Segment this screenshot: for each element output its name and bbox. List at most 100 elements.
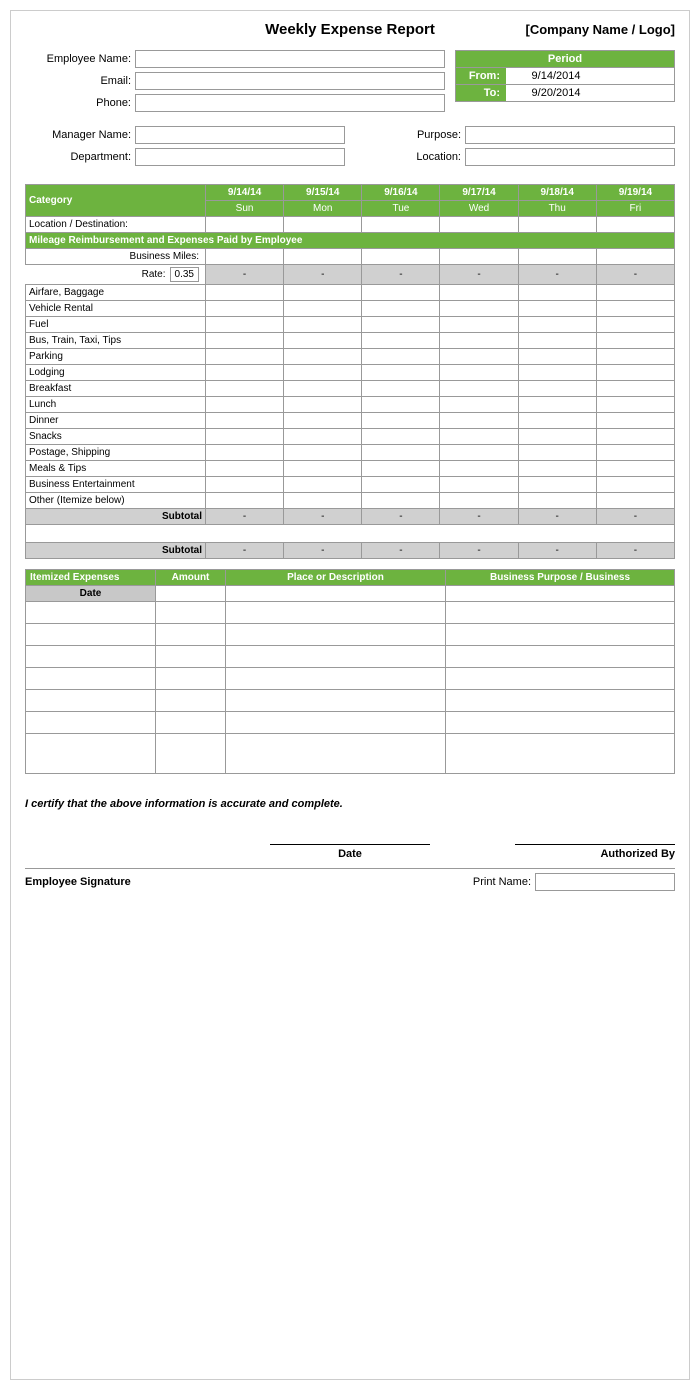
airfare-tue[interactable] xyxy=(362,285,440,301)
expense-table: Category 9/14/14 9/15/14 9/16/14 9/17/14… xyxy=(25,184,675,559)
manager-input[interactable] xyxy=(135,126,345,144)
airfare-mon[interactable] xyxy=(284,285,362,301)
location-destination-label: Location / Destination: xyxy=(26,217,206,233)
subtotal2-label: Subtotal xyxy=(26,543,206,559)
loc-tue[interactable] xyxy=(362,217,440,233)
phone-input[interactable] xyxy=(135,94,445,112)
airfare-fri[interactable] xyxy=(596,285,674,301)
itemized-date-5[interactable] xyxy=(26,690,156,712)
rate-input[interactable]: 0.35 xyxy=(170,267,199,282)
itemized-purpose-1[interactable] xyxy=(446,602,675,624)
authorized-label: Authorized By xyxy=(458,848,675,860)
itemized-amount-4[interactable] xyxy=(156,668,226,690)
cat-parking: Parking xyxy=(26,349,206,365)
itemized-date-1[interactable] xyxy=(26,602,156,624)
day-thu: Thu xyxy=(518,201,596,217)
airfare-sun[interactable] xyxy=(206,285,284,301)
business-miles-label: Business Miles: xyxy=(26,249,206,265)
location-label: Location: xyxy=(355,151,465,163)
from-label: From: xyxy=(456,68,506,84)
period-box: Period From: 9/14/2014 To: 9/20/2014 xyxy=(455,50,675,102)
date-fri: 9/19/14 xyxy=(596,185,674,201)
sub1-thu: - xyxy=(518,509,596,525)
itemized-row-1[interactable] xyxy=(26,602,675,624)
email-input[interactable] xyxy=(135,72,445,90)
itemized-place-col: Place or Description xyxy=(226,570,446,586)
itemized-purpose-3[interactable] xyxy=(446,646,675,668)
itemized-place-6[interactable] xyxy=(226,712,446,734)
itemized-place-5[interactable] xyxy=(226,690,446,712)
day-tue: Tue xyxy=(362,201,440,217)
itemized-purpose-2[interactable] xyxy=(446,624,675,646)
date-mon: 9/15/14 xyxy=(284,185,362,201)
itemized-place-4[interactable] xyxy=(226,668,446,690)
itemized-purpose-col: Business Purpose / Business xyxy=(446,570,675,586)
miles-sun[interactable] xyxy=(206,249,284,265)
miles-mon[interactable] xyxy=(284,249,362,265)
day-mon: Mon xyxy=(284,201,362,217)
itemized-purpose-7[interactable] xyxy=(446,734,675,774)
purpose-label: Purpose: xyxy=(355,129,465,141)
itemized-date-3[interactable] xyxy=(26,646,156,668)
itemized-amount-col: Amount xyxy=(156,570,226,586)
date-sun: 9/14/14 xyxy=(206,185,284,201)
loc-sun[interactable] xyxy=(206,217,284,233)
itemized-row-4[interactable] xyxy=(26,668,675,690)
cat-snacks: Snacks xyxy=(26,429,206,445)
itemized-place-7[interactable] xyxy=(226,734,446,774)
location-input[interactable] xyxy=(465,148,675,166)
day-wed: Wed xyxy=(440,201,518,217)
itemized-amount-7[interactable] xyxy=(156,734,226,774)
to-label: To: xyxy=(456,85,506,101)
airfare-thu[interactable] xyxy=(518,285,596,301)
itemized-purpose-6[interactable] xyxy=(446,712,675,734)
date-tue: 9/16/14 xyxy=(362,185,440,201)
miles-wed[interactable] xyxy=(440,249,518,265)
to-value: 9/20/2014 xyxy=(506,85,606,101)
itemized-amount-1[interactable] xyxy=(156,602,226,624)
department-input[interactable] xyxy=(135,148,345,166)
employee-name-input[interactable] xyxy=(135,50,445,68)
itemized-place-2[interactable] xyxy=(226,624,446,646)
print-name-input[interactable] xyxy=(535,873,675,891)
miles-tue[interactable] xyxy=(362,249,440,265)
purpose-input[interactable] xyxy=(465,126,675,144)
itemized-row-2[interactable] xyxy=(26,624,675,646)
itemized-place-3[interactable] xyxy=(226,646,446,668)
day-sun: Sun xyxy=(206,201,284,217)
loc-fri[interactable] xyxy=(596,217,674,233)
itemized-amount-2[interactable] xyxy=(156,624,226,646)
itemized-amount-6[interactable] xyxy=(156,712,226,734)
sub2-mon: - xyxy=(284,543,362,559)
itemized-purpose-5[interactable] xyxy=(446,690,675,712)
rate-dash-wed: - xyxy=(440,265,518,285)
itemized-row-5[interactable] xyxy=(26,690,675,712)
sub2-fri: - xyxy=(596,543,674,559)
subtotal1-label: Subtotal xyxy=(26,509,206,525)
rate-dash-sun: - xyxy=(206,265,284,285)
company-name: [Company Name / Logo] xyxy=(495,22,675,37)
cat-dinner: Dinner xyxy=(26,413,206,429)
itemized-date-7[interactable] xyxy=(26,734,156,774)
itemized-row-6[interactable] xyxy=(26,712,675,734)
miles-fri[interactable] xyxy=(596,249,674,265)
itemized-header: Itemized Expenses xyxy=(26,570,156,586)
manager-label: Manager Name: xyxy=(25,129,135,141)
itemized-date-4[interactable] xyxy=(26,668,156,690)
itemized-date-6[interactable] xyxy=(26,712,156,734)
itemized-place-1[interactable] xyxy=(226,602,446,624)
loc-mon[interactable] xyxy=(284,217,362,233)
miles-thu[interactable] xyxy=(518,249,596,265)
itemized-row-3[interactable] xyxy=(26,646,675,668)
itemized-date-header: Date xyxy=(26,586,156,602)
period-title: Period xyxy=(456,51,674,67)
cat-lodging: Lodging xyxy=(26,365,206,381)
itemized-date-2[interactable] xyxy=(26,624,156,646)
itemized-amount-3[interactable] xyxy=(156,646,226,668)
itemized-amount-5[interactable] xyxy=(156,690,226,712)
itemized-row-7[interactable] xyxy=(26,734,675,774)
airfare-wed[interactable] xyxy=(440,285,518,301)
itemized-purpose-4[interactable] xyxy=(446,668,675,690)
loc-wed[interactable] xyxy=(440,217,518,233)
loc-thu[interactable] xyxy=(518,217,596,233)
